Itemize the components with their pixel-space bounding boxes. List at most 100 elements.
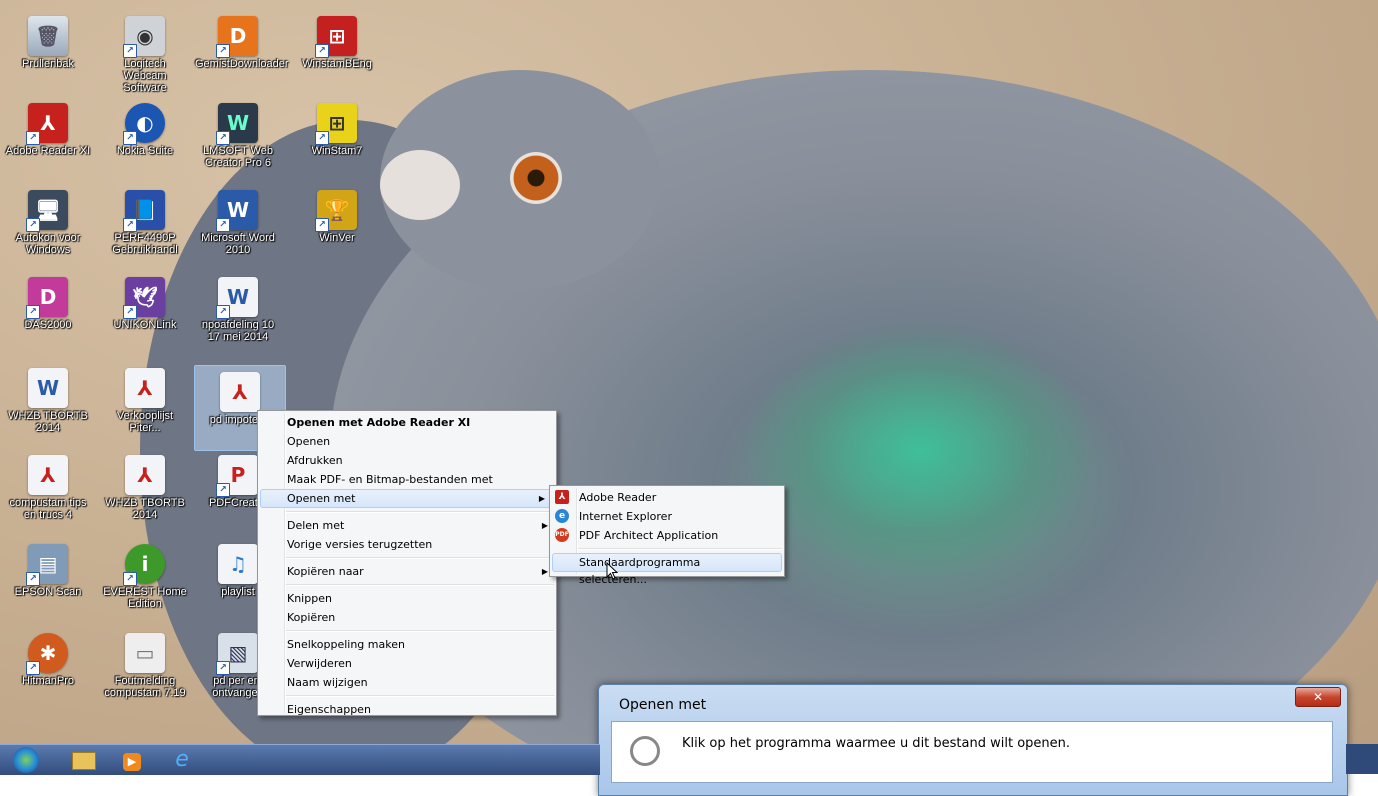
menu-item-cut[interactable]: Knippen — [258, 589, 556, 608]
desktop-icon-autokon[interactable]: 🖥 ↗ Autokon voor Windows — [3, 184, 93, 268]
menu-item-open-with[interactable]: Openen met ▶ — [260, 489, 554, 508]
menu-item-restore-versions[interactable]: Vorige versies terugzetten — [258, 535, 556, 554]
desktop-icon-nokia[interactable]: ◐ ↗ Nokia Suite — [100, 97, 190, 181]
menu-item-create-shortcut[interactable]: Snelkoppeling maken — [258, 635, 556, 654]
submenu-item-adobe-reader[interactable]: ⅄ Adobe Reader — [550, 488, 784, 507]
menu-item-send-to[interactable]: Kopiëren naar ▶ — [258, 562, 556, 581]
desktop-icon-das2000[interactable]: D ↗ DAS2000 — [3, 271, 93, 355]
unikon-bird-icon: 🕊 ↗ — [123, 277, 165, 319]
desktop-icon-label: PERF4490P Gebruikhandl — [112, 232, 178, 256]
desktop-icon-gemist[interactable]: D ↗ GemistDownloader — [193, 10, 289, 94]
submenu-item-choose-default[interactable]: Standaardprogramma selecteren... — [552, 553, 782, 586]
desktop-icon-label: LMSOFT Web Creator Pro 6 — [203, 145, 273, 169]
menu-item-share-with[interactable]: Delen met ▶ — [258, 516, 556, 535]
desktop-icon-compustam-tips[interactable]: ⅄ compustam tips en trucs 4 — [3, 449, 93, 533]
webcam-icon: ◉ ↗ — [123, 16, 165, 58]
submenu-item-pdf-architect[interactable]: PDF PDF Architect Application — [550, 526, 784, 545]
desktop-icon-label: WHZB TBORTB 2014 — [105, 497, 185, 521]
close-button[interactable]: ✕ — [1295, 687, 1341, 707]
menu-item-rename[interactable]: Naam wijzigen — [258, 673, 556, 692]
open-with-submenu: ⅄ Adobe Reader e Internet Explorer PDF P… — [549, 485, 785, 586]
magnifier-icon — [630, 736, 660, 766]
desktop-icon-label: EPSON Scan — [14, 586, 82, 598]
context-menu: Openen met Adobe Reader XI Openen Afdruk… — [257, 410, 557, 716]
pdf-document-icon: ⅄ — [28, 455, 68, 495]
desktop-icon-verkooplijst[interactable]: ⅄ Verkooplijst Piter... — [100, 362, 190, 446]
desktop-icon-label: Nokia Suite — [116, 145, 174, 157]
system-tray — [1346, 744, 1378, 774]
desktop-icon-adobe-reader[interactable]: ⅄ ↗ Adobe Reader XI — [3, 97, 93, 181]
pedigree-tree-red-icon: ⊞ ↗ — [315, 16, 357, 58]
dialog-instruction: Klik op het programma waarmee u dit best… — [682, 736, 1071, 751]
desktop-icon-label: WinStam7 — [311, 145, 363, 157]
desktop-icon-winstambeng[interactable]: ⊞ ↗ WinstamBEng — [292, 10, 382, 94]
menu-item-label: Delen met — [287, 519, 345, 532]
desktop-icon-whzb-doc[interactable]: W WHZB TBORTB 2014 — [3, 362, 93, 446]
desktop: 🗑 Prullenbak ◉ ↗ Logitech Webcam Software… — [0, 0, 1378, 774]
desktop-icon-logitech[interactable]: ◉ ↗ Logitech Webcam Software — [100, 10, 190, 94]
mouse-cursor-icon — [606, 562, 618, 580]
desktop-icon-npoafdeling[interactable]: W ↗ npoafdeling 10 17 mei 2014 — [193, 271, 283, 355]
word-document-icon: W ↗ — [216, 277, 258, 319]
desktop-icon-label: compustam tips en trucs 4 — [9, 497, 87, 521]
desktop-icon-label: Microsoft Word 2010 — [201, 232, 275, 256]
submenu-arrow-icon: ▶ — [538, 494, 545, 503]
desktop-icon-label: GemistDownloader — [195, 58, 289, 70]
internet-explorer-icon[interactable]: e — [164, 748, 200, 772]
taskbar: ▶ e — [0, 744, 600, 775]
desktop-icon-label: UNIKONLink — [113, 319, 177, 331]
start-orb-icon[interactable] — [8, 747, 44, 773]
submenu-item-label: PDF Architect Application — [579, 529, 719, 542]
submenu-arrow-icon: ▶ — [541, 567, 548, 576]
word-document-icon: W — [28, 368, 68, 408]
menu-item-copy[interactable]: Kopiëren — [258, 608, 556, 627]
menu-separator — [286, 557, 554, 559]
das2000-icon: D ↗ — [26, 277, 68, 319]
desktop-icon-label: EVEREST Home Edition — [103, 586, 187, 610]
desktop-icon-everest[interactable]: i ↗ EVEREST Home Edition — [100, 538, 190, 622]
nokia-suite-icon: ◐ ↗ — [123, 103, 165, 145]
image-file-icon: ▧ ↗ — [216, 633, 258, 675]
recycle-bin-icon: 🗑 — [28, 16, 68, 56]
media-player-icon[interactable]: ▶ — [114, 748, 150, 772]
menu-item-delete[interactable]: Verwijderen — [258, 654, 556, 673]
menu-item-pdfcreator[interactable]: Maak PDF- en Bitmap-bestanden met PDFCre… — [258, 470, 556, 505]
desktop-icon-label: WHZB TBORTB 2014 — [8, 410, 88, 434]
wallpaper-green-neck — [740, 320, 1100, 580]
desktop-icon-prullenbak[interactable]: 🗑 Prullenbak — [3, 10, 93, 94]
submenu-arrow-icon: ▶ — [541, 521, 548, 530]
desktop-icon-foutmelding[interactable]: ▭ Foutmelding compustam 7.19 — [100, 627, 190, 711]
menu-item-properties[interactable]: Eigenschappen — [258, 700, 556, 719]
desktop-icon-winstam7[interactable]: ⊞ ↗ WinStam7 — [292, 97, 382, 181]
desktop-icon-winver[interactable]: 🏆 ↗ WinVer — [292, 184, 382, 268]
desktop-icon-label: Prullenbak — [22, 58, 74, 70]
desktop-icon-label: Adobe Reader XI — [5, 145, 91, 157]
desktop-icon-epson-manual[interactable]: 📘 ↗ PERF4490P Gebruikhandl — [100, 184, 190, 268]
desktop-icon-lmsoft[interactable]: W ↗ LMSOFT Web Creator Pro 6 — [193, 97, 283, 181]
desktop-icon-whzb-pdf[interactable]: ⅄ WHZB TBORTB 2014 — [100, 449, 190, 533]
menu-item-open-adobe[interactable]: Openen met Adobe Reader XI — [258, 413, 556, 432]
submenu-item-internet-explorer[interactable]: e Internet Explorer — [550, 507, 784, 526]
desktop-icon-word[interactable]: W ↗ Microsoft Word 2010 — [193, 184, 283, 268]
everest-info-icon: i ↗ — [123, 544, 165, 586]
adobe-reader-icon: ⅄ — [555, 490, 569, 504]
desktop-icon-label: Autokon voor Windows — [15, 232, 81, 256]
desktop-icon-epson-scan[interactable]: ▤ ↗ EPSON Scan — [3, 538, 93, 622]
menu-item-open[interactable]: Openen — [258, 432, 556, 451]
menu-separator — [578, 548, 782, 550]
windows-explorer-icon[interactable] — [66, 748, 102, 772]
pdf-document-icon: ⅄ — [125, 455, 165, 495]
desktop-icon-label: HitmanPro — [22, 675, 74, 687]
menu-item-print[interactable]: Afdrukken — [258, 451, 556, 470]
playlist-file-icon: ♫ — [218, 544, 258, 584]
menu-item-label: Kopiëren naar — [287, 565, 364, 578]
internet-explorer-icon: e — [555, 509, 569, 523]
desktop-icon-unikon[interactable]: 🕊 ↗ UNIKONLink — [100, 271, 190, 355]
pdf-document-icon: ⅄ — [125, 368, 165, 408]
pdfcreator-icon: P ↗ — [216, 455, 258, 497]
menu-separator — [286, 584, 554, 586]
desktop-icon-hitmanpro[interactable]: ✱ ↗ HitmanPro — [3, 627, 93, 711]
desktop-icon-label: Foutmelding compustam 7.19 — [104, 675, 186, 699]
desktop-icon-label: WinVer — [319, 232, 355, 244]
menu-item-label: Openen met — [287, 492, 356, 505]
